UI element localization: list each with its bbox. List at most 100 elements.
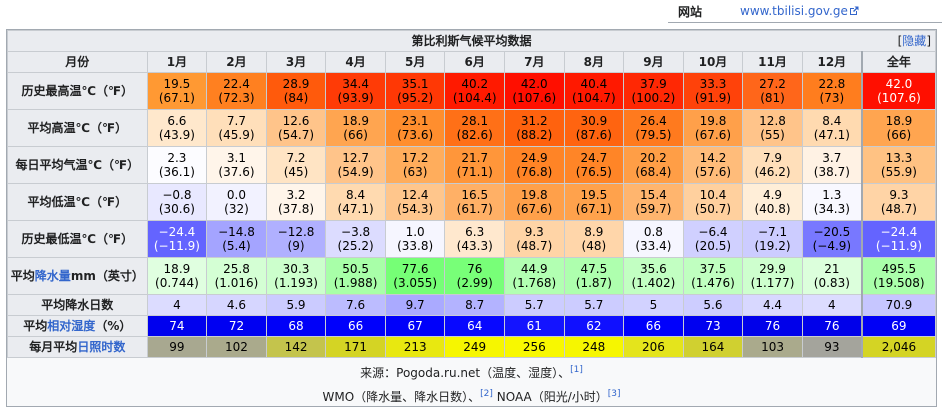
- cell-value-f: (73): [819, 91, 845, 105]
- cell-value-f: (76.5): [575, 165, 612, 179]
- climate-cell: 69: [860, 315, 936, 337]
- row-label-link[interactable]: 日照时数: [77, 340, 125, 354]
- climate-cell: 10.4 (50.7): [682, 183, 744, 221]
- cell-value-f: (37.8): [277, 202, 315, 216]
- row-label-link[interactable]: 相对湿度: [47, 319, 95, 333]
- climate-row: 每月平均日照时数 99 102 142 171 213 249 256 248 206 164 103…: [7, 336, 936, 358]
- cell-value: 0.0: [226, 188, 247, 202]
- month-header: 8月: [563, 51, 625, 73]
- month-header: 6月: [444, 51, 505, 73]
- table-title-text: 第比利斯气候平均数据: [411, 34, 532, 48]
- cell-value-f: (61.7): [456, 202, 493, 216]
- climate-cell: 1.0 (33.8): [384, 220, 446, 258]
- cell-value: −20.5: [813, 225, 851, 239]
- cell-value: −24.4: [880, 225, 918, 239]
- cell-value: 20.2: [640, 151, 667, 165]
- cell-value: 164: [701, 340, 725, 354]
- month-header: 12月: [801, 51, 863, 73]
- cell-value-f: (−11.9): [875, 239, 922, 253]
- cell-value-f: (0.744): [155, 276, 199, 290]
- cell-value: 5.6: [703, 298, 723, 312]
- cell-value-f: (67.1): [575, 202, 612, 216]
- cell-value-f: (79.5): [635, 128, 672, 142]
- climate-cell: −0.8 (30.6): [146, 183, 208, 221]
- cell-value-f: (2.99): [456, 276, 493, 290]
- climate-cell: −24.4 (−11.9): [860, 220, 936, 258]
- cell-value-f: (95.2): [397, 91, 434, 105]
- cell-value-f: (54.7): [277, 128, 315, 142]
- climate-cell: 35.1 (95.2): [384, 72, 446, 110]
- cell-value-f: (−4.9): [812, 239, 852, 253]
- cell-value: 21: [824, 262, 840, 276]
- climate-cell: −14.8 (5.4): [206, 220, 267, 258]
- climate-cell: 93: [801, 336, 863, 358]
- climate-cell: 18.9 (66): [325, 109, 386, 147]
- cell-value: −3.8: [341, 225, 371, 239]
- climate-cell: 495.5 (19.508): [860, 257, 936, 295]
- cell-value: 62: [586, 319, 602, 333]
- climate-cell: 61: [504, 315, 565, 337]
- cell-value-f: (107.6): [877, 91, 921, 105]
- cell-value-f: (1.402): [631, 276, 676, 290]
- climate-cell: 23.1 (73.6): [384, 109, 446, 147]
- climate-cell: 66: [325, 315, 386, 337]
- hide-toggle[interactable]: [隐藏]: [898, 34, 931, 48]
- climate-cell: 4: [146, 294, 208, 316]
- row-label: 平均高温℃（℉）: [7, 109, 148, 147]
- cell-value: 42.0: [520, 77, 548, 91]
- cell-value-f: (72.3): [218, 91, 255, 105]
- cell-value: 50.5: [342, 262, 369, 276]
- cell-value: 12.8: [759, 114, 786, 128]
- row-label: 每月平均日照时数: [7, 336, 148, 358]
- cell-value-f: (3.055): [393, 276, 438, 290]
- month-header: 3月: [265, 51, 327, 73]
- cell-value: 5.7: [584, 298, 604, 312]
- ref-1[interactable]: [1]: [570, 365, 583, 375]
- cell-value: 37.9: [640, 77, 667, 91]
- cell-value-f: (76.8): [516, 165, 553, 179]
- cell-value: 495.5: [881, 262, 917, 276]
- cell-value-f: (55): [760, 128, 785, 142]
- cell-value: 18.9: [342, 114, 369, 128]
- climate-cell: 256: [504, 336, 565, 358]
- climate-cell: 9.3 (48.7): [860, 183, 936, 221]
- cell-value-f: (37.6): [218, 165, 255, 179]
- climate-cell: 1.3 (34.3): [801, 183, 863, 221]
- climate-row: 平均相对湿度（%） 74 72 68 66 67 64 61 62 66 73 76 76 69: [7, 315, 936, 337]
- cell-value: 7.9: [762, 151, 783, 165]
- cell-value: 35.6: [640, 262, 667, 276]
- climate-cell: 2.3 (36.1): [146, 146, 208, 184]
- cell-value: 19.5: [580, 188, 608, 202]
- climate-cell: 13.3 (55.9): [860, 146, 936, 184]
- climate-cell: 102: [206, 336, 267, 358]
- month-header: 2月: [206, 51, 267, 73]
- cell-value: 73: [705, 319, 721, 333]
- climate-row: 平均降水日数 4 4.6 5.9 7.6 9.7 8.7 5.7 5.7 5 5.6 4.4 4 70.9: [7, 294, 936, 316]
- climate-cell: 12.8 (55): [742, 109, 803, 147]
- climate-cell: 206: [623, 336, 684, 358]
- climate-cell: 40.2 (104.4): [444, 72, 505, 110]
- cell-value-f: (48.7): [516, 239, 553, 253]
- external-link-icon: [849, 6, 859, 15]
- month-header: 10月: [682, 51, 744, 73]
- cell-value-f: (19.2): [754, 239, 791, 253]
- row-label-link[interactable]: 降水量: [35, 269, 71, 283]
- ref-2[interactable]: [2]: [480, 389, 493, 399]
- cell-value-f: (54.9): [337, 165, 374, 179]
- cell-value-f: (1.768): [512, 276, 557, 290]
- cell-value: 256: [522, 340, 546, 354]
- cell-value: 72: [228, 319, 245, 333]
- climate-cell: 20.2 (68.4): [623, 146, 684, 184]
- cell-value: 3.7: [822, 151, 842, 165]
- ref-3[interactable]: [3]: [608, 389, 621, 399]
- cell-value: 19.5: [163, 77, 191, 91]
- climate-cell: 30.9 (87.6): [563, 109, 625, 147]
- cell-value: 68: [288, 319, 304, 333]
- cell-value-f: (63): [402, 165, 428, 179]
- climate-cell: 12.7 (54.9): [325, 146, 386, 184]
- climate-cell: 26.4 (79.5): [623, 109, 684, 147]
- cell-value-f: (1.476): [691, 276, 735, 290]
- cell-value: 7.2: [286, 151, 306, 165]
- website-link[interactable]: www.tbilisi.gov.ge: [740, 4, 859, 18]
- hide-link[interactable]: 隐藏: [902, 34, 926, 48]
